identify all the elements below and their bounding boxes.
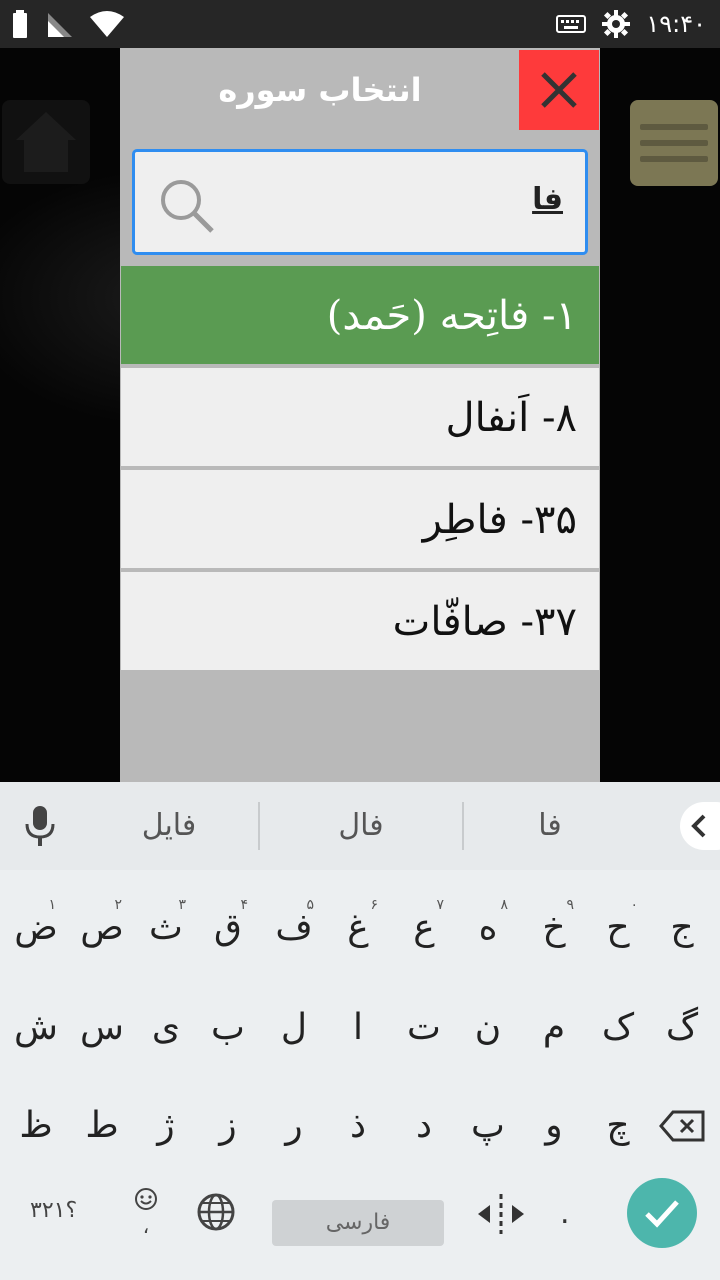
key[interactable]: ع۷ <box>392 878 456 978</box>
wifi-icon <box>90 11 124 37</box>
key[interactable]: ک <box>586 978 650 1078</box>
search-icon <box>161 180 214 233</box>
home-icon <box>16 112 76 172</box>
surah-result-item[interactable]: ۳۷- صافّات <box>121 572 599 672</box>
cursor-move-key[interactable] <box>474 1192 528 1240</box>
key[interactable]: ز <box>196 1076 260 1176</box>
close-button[interactable] <box>519 50 599 130</box>
emoji-icon <box>135 1188 157 1210</box>
key[interactable]: س <box>70 978 134 1078</box>
microphone-icon <box>25 806 55 846</box>
surah-result-item[interactable]: ۳۵- فاطِر <box>121 470 599 570</box>
surah-result-item[interactable]: ۸- اَنفال <box>121 368 599 468</box>
checkmark-icon <box>645 1200 679 1228</box>
key[interactable]: غ۶ <box>326 878 390 978</box>
key[interactable]: د <box>392 1076 456 1176</box>
key[interactable]: چ <box>586 1076 650 1176</box>
expand-suggestions-button[interactable] <box>680 802 720 850</box>
key[interactable]: ا <box>326 978 390 1078</box>
key[interactable]: ث۳ <box>134 878 198 978</box>
surah-result-label: ۳۷- صافّات <box>392 599 577 645</box>
key[interactable]: ض۱ <box>4 878 68 978</box>
backspace-key[interactable] <box>650 1076 714 1176</box>
symbols-key[interactable]: ؟۳۲۱ <box>30 1196 77 1226</box>
key[interactable]: ژ <box>134 1076 198 1176</box>
key[interactable]: ب <box>196 978 260 1078</box>
cursor-arrows-icon <box>478 1194 524 1234</box>
key-row-1: ج ح۰ خ۹ ه۸ ع۷ غ۶ ف۵ ق۴ ث۳ ص۲ ض۱ <box>0 878 720 978</box>
key[interactable]: ی <box>134 978 198 1078</box>
battery-icon <box>13 10 27 38</box>
key-row-bottom: ؟۳۲۱ ، فارسی . <box>0 1172 720 1272</box>
dialog-title: انتخاب سوره <box>218 71 422 109</box>
suggestion-2[interactable]: فال <box>260 782 462 870</box>
surah-result-item[interactable]: ۱- فاتِحه (حَمد) <box>121 266 599 366</box>
key[interactable]: گ <box>650 978 714 1078</box>
surah-result-label: ۳۵- فاطِر <box>422 497 577 543</box>
emoji-key[interactable]: ، <box>128 1186 164 1236</box>
menu-button[interactable] <box>630 100 718 186</box>
period-key[interactable]: . <box>560 1196 570 1231</box>
key[interactable]: خ۹ <box>522 878 586 978</box>
close-icon <box>541 72 577 108</box>
key[interactable]: ج <box>650 878 714 978</box>
key[interactable]: م <box>522 978 586 1078</box>
key[interactable]: ح۰ <box>586 878 650 978</box>
space-key[interactable]: فارسی <box>272 1200 444 1246</box>
key[interactable]: ش <box>4 978 68 1078</box>
search-input-value: فا <box>532 182 563 217</box>
surah-result-label: ۱- فاتِحه (حَمد) <box>326 293 577 339</box>
home-button[interactable] <box>2 100 90 184</box>
enter-button[interactable] <box>627 1178 697 1248</box>
language-key[interactable] <box>196 1192 236 1236</box>
hamburger-icon <box>640 124 708 130</box>
key-row-3: چ و پ د ذ ر ز ژ ط ظ <box>0 1076 720 1176</box>
key[interactable]: پ <box>456 1076 520 1176</box>
suggestion-bar: فایل فال فا <box>0 782 720 870</box>
globe-icon <box>197 1193 235 1231</box>
microphone-button[interactable] <box>20 804 60 852</box>
key[interactable]: ن <box>456 978 520 1078</box>
search-input[interactable]: فا <box>132 149 588 255</box>
comma-key-label: ، <box>142 1214 150 1238</box>
chevron-left-icon <box>691 814 706 838</box>
select-surah-dialog: انتخاب سوره فا ۱- فاتِحه (حَمد) ۸- اَنفا… <box>120 48 600 782</box>
backspace-icon <box>659 1110 705 1142</box>
key[interactable]: و <box>522 1076 586 1176</box>
suggestion-1[interactable]: فا <box>464 782 636 870</box>
key-row-2: گ ک م ن ت ا ل ب ی س ش <box>0 978 720 1078</box>
key[interactable]: ف۵ <box>262 878 326 978</box>
key[interactable]: ص۲ <box>70 878 134 978</box>
key[interactable]: ق۴ <box>196 878 260 978</box>
signal-icon <box>48 13 72 37</box>
key[interactable]: ذ <box>326 1076 390 1176</box>
suggestion-3[interactable]: فایل <box>80 782 258 870</box>
soft-keyboard: فایل فال فا ج ح۰ خ۹ ه۸ ع۷ غ۶ ف۵ ق۴ ث۳ ص۲… <box>0 782 720 1280</box>
settings-gear-icon <box>602 10 631 38</box>
clock: ۱۹:۴۰ <box>646 10 706 38</box>
key[interactable]: ه۸ <box>456 878 520 978</box>
key[interactable]: ظ <box>4 1076 68 1176</box>
keyboard-icon <box>556 15 587 33</box>
status-bar: ۱۹:۴۰ <box>0 0 720 48</box>
key[interactable]: ت <box>392 978 456 1078</box>
surah-results-list: ۱- فاتِحه (حَمد) ۸- اَنفال ۳۵- فاطِر ۳۷-… <box>121 266 599 672</box>
key[interactable]: ط <box>70 1076 134 1176</box>
key[interactable]: ل <box>262 978 326 1078</box>
key[interactable]: ر <box>262 1076 326 1176</box>
surah-result-label: ۸- اَنفال <box>445 395 577 441</box>
